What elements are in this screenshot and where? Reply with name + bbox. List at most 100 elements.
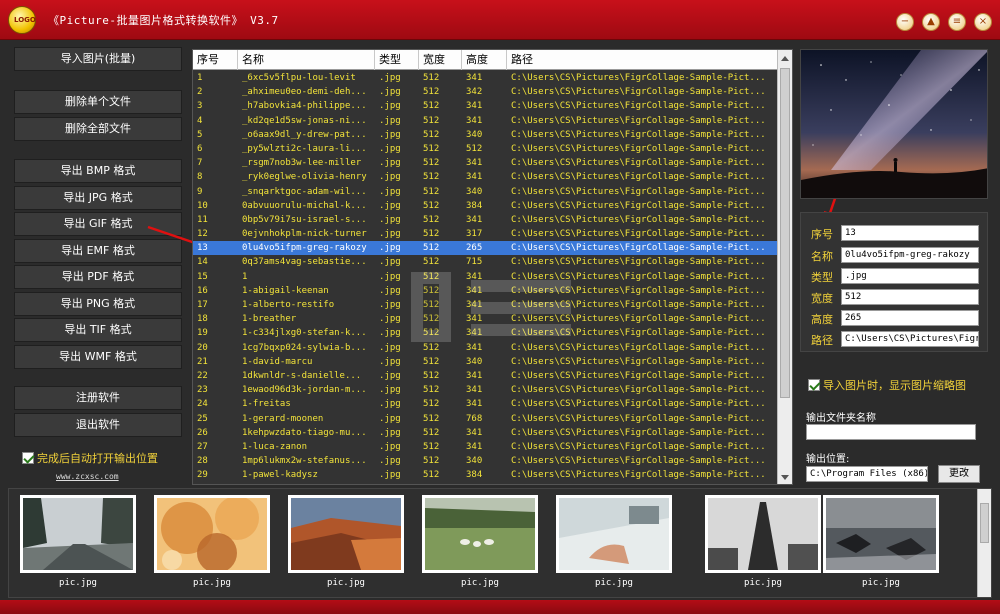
table-row[interactable]: 29 1-pawel-kadysz .jpg 512 384 C:\Users\CS\Pi… <box>193 468 778 482</box>
cell-path: C:\Users\CS\Pictures\FigrCollage-Sample-… <box>511 470 766 481</box>
col-header-name[interactable]: 名称 <box>238 50 375 70</box>
cell-name: _kd2qe1d5sw-jonas-ni... <box>242 115 367 126</box>
thumbnail-item[interactable] <box>288 495 404 573</box>
table-row[interactable]: 6 _py5wlzti2c-laura-li... .jpg 512 512 C:\Use… <box>193 142 778 156</box>
col-header-width[interactable]: 宽度 <box>419 50 462 70</box>
cell-index: 16 <box>197 285 208 296</box>
col-header-type[interactable]: 类型 <box>375 50 419 70</box>
table-row[interactable]: 27 1-luca-zanon .jpg 512 341 C:\Users\CS\Pict… <box>193 440 778 454</box>
exit-button[interactable]: 退出软件 <box>14 413 182 437</box>
detail-width-field[interactable]: 512 <box>841 289 979 305</box>
thumbnail-label: pic.jpg <box>193 578 231 588</box>
delete-all-button[interactable]: 删除全部文件 <box>14 117 182 141</box>
thumbnail-scrollbar[interactable] <box>977 489 991 597</box>
cell-height: 341 <box>466 385 483 396</box>
output-folder-input[interactable] <box>806 424 976 440</box>
cell-height: 341 <box>466 427 483 438</box>
detail-index-field[interactable]: 13 <box>841 225 979 241</box>
detail-height-field[interactable]: 265 <box>841 310 979 326</box>
cell-index: 24 <box>197 399 208 410</box>
cell-width: 512 <box>423 115 440 126</box>
output-path-input[interactable]: C:\Program Files (x86) <box>806 466 928 482</box>
thumbnail-sheep-image <box>425 498 535 570</box>
export-bmp-button[interactable]: 导出 BMP 格式 <box>14 159 182 183</box>
table-row[interactable]: 25 1-gerard-moonen .jpg 512 768 C:\Users\CS\P… <box>193 412 778 426</box>
cell-height: 384 <box>466 470 483 481</box>
register-button[interactable]: 注册软件 <box>14 386 182 410</box>
table-scrollbar[interactable] <box>777 50 792 484</box>
minimize-button[interactable]: − <box>896 13 914 31</box>
table-row[interactable]: 1 _6xc5v5flpu-lou-levit .jpg 512 341 C:\Users… <box>193 71 778 85</box>
table-row[interactable]: 7 _rsgm7nob3w-lee-miller .jpg 512 341 C:\User… <box>193 156 778 170</box>
show-thumbnail-option[interactable]: 导入图片时，显示图片缩略图 <box>808 377 966 393</box>
skin-button[interactable]: ▲ <box>922 13 940 31</box>
table-row[interactable]: 24 1-freitas .jpg 512 341 C:\Users\CS\Picture… <box>193 397 778 411</box>
table-row[interactable]: 13 0lu4vo5ifpm-greg-rakozy .jpg 512 265 C:\Us… <box>193 241 778 256</box>
cell-path: C:\Users\CS\Pictures\FigrCollage-Sample-… <box>511 172 766 183</box>
cell-index: 9 <box>197 186 203 197</box>
col-header-index[interactable]: 序号 <box>193 50 238 70</box>
table-row[interactable]: 8 _ryk0eglwe-olivia-henry .jpg 512 341 C:\Use… <box>193 170 778 184</box>
thumbnail-item[interactable] <box>705 495 821 573</box>
thumbnail-item[interactable] <box>556 495 672 573</box>
table-row[interactable]: 9 _snqarktgoc-adam-wil... .jpg 512 340 C:\Use… <box>193 185 778 199</box>
table-row[interactable]: 21 1-david-marcu .jpg 512 340 C:\Users\CS\Pic… <box>193 355 778 369</box>
detail-type-field[interactable]: .jpg <box>841 268 979 284</box>
cell-type: .jpg <box>379 186 401 197</box>
col-header-height[interactable]: 高度 <box>462 50 507 70</box>
preview-night-sky-image <box>801 50 987 198</box>
close-button[interactable]: × <box>974 13 992 31</box>
cell-height: 342 <box>466 87 483 98</box>
table-row[interactable]: 10 0abvuuorulu-michal-k... .jpg 512 384 C:\Us… <box>193 199 778 213</box>
scroll-down-icon[interactable] <box>781 475 789 480</box>
detail-type-label: 类型 <box>811 271 833 284</box>
table-row[interactable]: 28 1mp6lukmx2w-stefanus... .jpg 512 340 C:\Us… <box>193 454 778 468</box>
table-row[interactable]: 12 0ejvnhokplm-nick-turner .jpg 512 317 C:\Us… <box>193 227 778 241</box>
website-link[interactable]: www.zcxsc.com <box>56 472 119 481</box>
scroll-up-icon[interactable] <box>781 56 789 61</box>
table-row[interactable]: 11 0bp5v79i7su-israel-s... .jpg 512 341 C:\Us… <box>193 213 778 227</box>
cell-path: C:\Users\CS\Pictures\FigrCollage-Sample-… <box>511 456 766 467</box>
cell-type: .jpg <box>379 385 401 396</box>
cell-path: C:\Users\CS\Pictures\FigrCollage-Sample-… <box>511 214 766 225</box>
table-row[interactable]: 3 _h7abovkia4-philippe... .jpg 512 341 C:\Use… <box>193 99 778 113</box>
file-table[interactable]: 序号 名称 类型 宽度 高度 路径 1 _6xc5v5flpu-lou-levit… <box>192 49 793 485</box>
detail-path-field[interactable]: C:\Users\CS\Pictures\FigrCollage <box>841 331 979 347</box>
table-row[interactable]: 2 _ahximeu0eo-demi-deh... .jpg 512 342 C:\Use… <box>193 85 778 99</box>
export-jpg-button[interactable]: 导出 JPG 格式 <box>14 186 182 210</box>
export-wmf-button[interactable]: 导出 WMF 格式 <box>14 345 182 369</box>
auto-open-checkbox[interactable] <box>22 452 34 464</box>
table-row[interactable]: 23 1ewaod96d3k-jordan-m... .jpg 512 341 C:\Us… <box>193 383 778 397</box>
table-row[interactable]: 5 _o6aax9dl_y-drew-pat... .jpg 512 340 C:\Use… <box>193 128 778 142</box>
cell-name: 1-breather <box>242 314 297 325</box>
cell-name: 1-freitas <box>242 399 291 410</box>
thumbnail-item[interactable] <box>154 495 270 573</box>
auto-open-option[interactable]: 完成后自动打开输出位置 <box>22 450 158 466</box>
export-png-button[interactable]: 导出 PNG 格式 <box>14 292 182 316</box>
cell-type: .jpg <box>379 370 401 381</box>
import-images-button[interactable]: 导入图片(批量) <box>14 47 182 71</box>
thumbnail-item[interactable] <box>422 495 538 573</box>
cell-type: .jpg <box>379 413 401 424</box>
export-pdf-button[interactable]: 导出 PDF 格式 <box>14 265 182 289</box>
thumbnail-item[interactable] <box>20 495 136 573</box>
table-row[interactable]: 26 1kehpwzdato-tiago-mu... .jpg 512 341 C:\Us… <box>193 426 778 440</box>
show-thumbnail-checkbox[interactable] <box>808 379 820 391</box>
cell-name: 1-luca-zanon <box>242 441 308 452</box>
delete-single-button[interactable]: 删除单个文件 <box>14 90 182 114</box>
export-tif-button[interactable]: 导出 TIF 格式 <box>14 318 182 342</box>
scroll-thumb[interactable] <box>780 68 790 398</box>
cell-name: 1mp6lukmx2w-stefanus... <box>242 456 367 467</box>
change-output-button[interactable]: 更改 <box>938 465 980 483</box>
cell-path: C:\Users\CS\Pictures\FigrCollage-Sample-… <box>511 356 766 367</box>
table-row[interactable]: 22 1dkwnldr-s-danielle... .jpg 512 341 C:\Use… <box>193 369 778 383</box>
cell-name: 1-c334jlxg0-stefan-k... <box>242 328 367 339</box>
thumbnail-scroll-thumb[interactable] <box>980 503 989 543</box>
menu-button[interactable]: ≡ <box>948 13 966 31</box>
cell-path: C:\Users\CS\Pictures\FigrCollage-Sample-… <box>511 385 766 396</box>
cell-name: 0lu4vo5ifpm-greg-rakozy <box>242 243 367 254</box>
col-header-path[interactable]: 路径 <box>507 50 778 70</box>
detail-name-field[interactable]: 0lu4vo5ifpm-greg-rakozy <box>841 247 979 263</box>
table-row[interactable]: 4 _kd2qe1d5sw-jonas-ni... .jpg 512 341 C:\Use… <box>193 114 778 128</box>
thumbnail-item[interactable] <box>823 495 939 573</box>
